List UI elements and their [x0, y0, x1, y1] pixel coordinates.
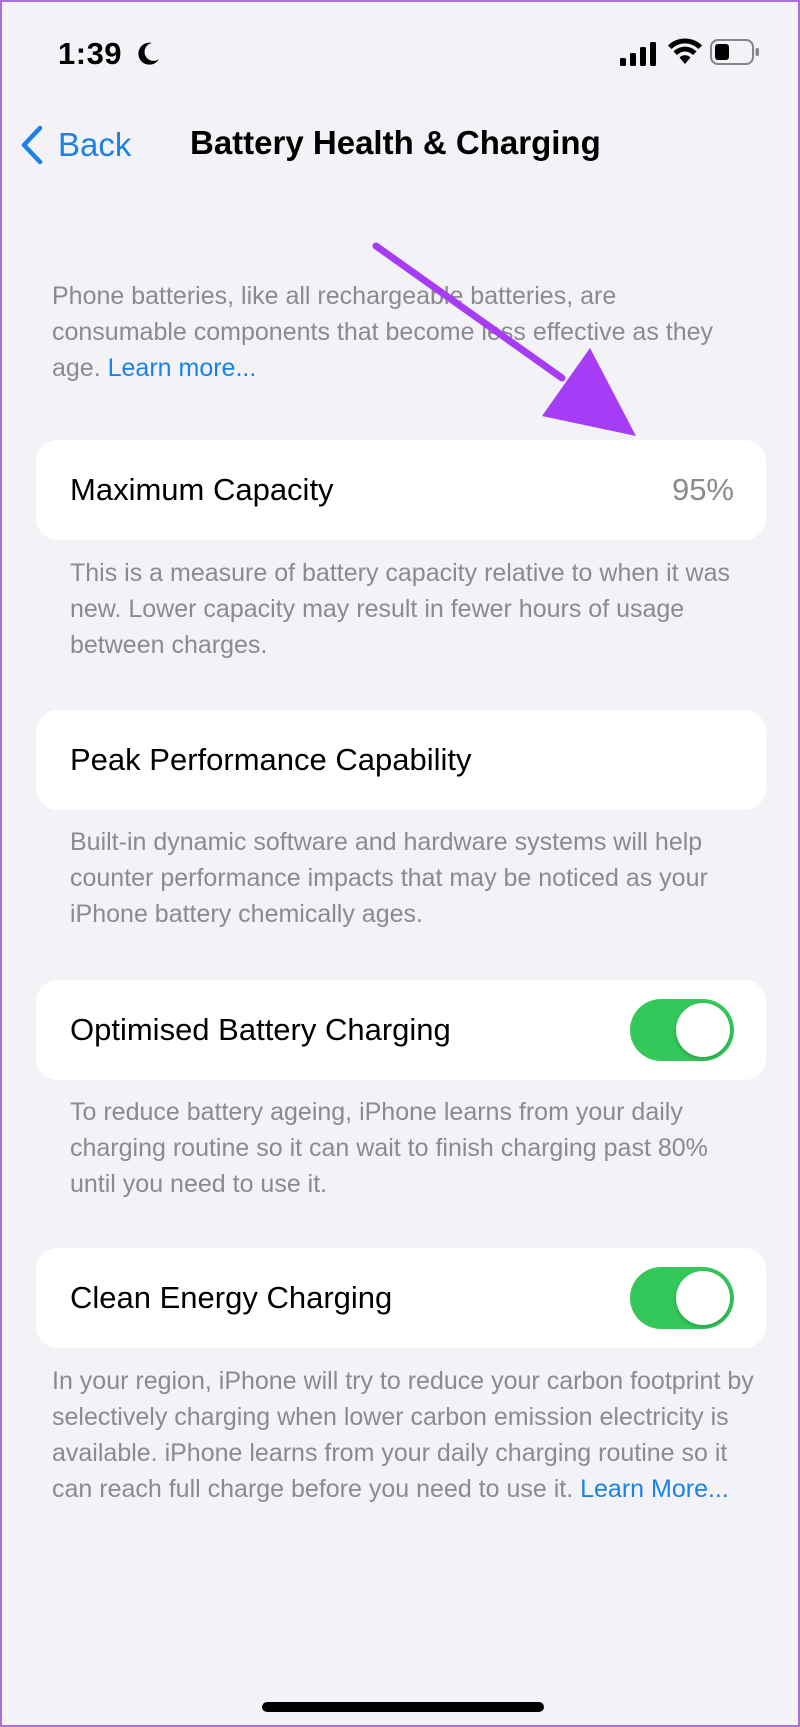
optimised-charging-toggle[interactable] [630, 999, 734, 1061]
maximum-capacity-value: 95% [671, 472, 734, 507]
peak-performance-label: Peak Performance Capability [70, 742, 472, 777]
learn-more-link[interactable]: Learn More... [580, 1475, 729, 1503]
optimised-charging-description: To reduce battery ageing, iPhone learns … [70, 1098, 708, 1198]
status-bar: 1:39 [2, 2, 798, 102]
settings-screen: 1:39 Back Battery Health & Charging Phon… [0, 0, 800, 1727]
peak-performance-row[interactable]: Peak Performance Capability [36, 710, 766, 810]
optimised-charging-label: Optimised Battery Charging [70, 1012, 451, 1047]
clean-energy-row: Clean Energy Charging [36, 1248, 766, 1348]
status-time: 1:39 [58, 36, 123, 71]
clean-energy-label: Clean Energy Charging [70, 1280, 393, 1315]
intro-text: Phone batteries, like all rechargeable b… [52, 278, 752, 386]
chevron-left-icon [21, 125, 43, 165]
clean-energy-description: In your region, iPhone will try to reduc… [52, 1363, 762, 1507]
optimised-charging-row: Optimised Battery Charging [36, 980, 766, 1080]
nav-bar: Back Battery Health & Charging [2, 102, 798, 188]
learn-more-link[interactable]: Learn more... [108, 354, 257, 382]
back-label: Back [58, 126, 132, 163]
signal-icon [620, 42, 656, 66]
peak-performance-description: Built-in dynamic software and hardware s… [70, 828, 708, 928]
moon-icon [138, 42, 159, 65]
maximum-capacity-row: Maximum Capacity 95% [36, 440, 766, 540]
page-title: Battery Health & Charging [190, 124, 601, 161]
toggle-knob [676, 1271, 730, 1325]
home-indicator [262, 1702, 544, 1712]
maximum-capacity-description: This is a measure of battery capacity re… [70, 559, 731, 659]
clean-energy-toggle[interactable] [630, 1267, 734, 1329]
toggle-knob [676, 1003, 730, 1057]
wifi-icon [668, 38, 702, 64]
maximum-capacity-label: Maximum Capacity [70, 472, 334, 507]
back-button[interactable]: Back [20, 120, 131, 170]
battery-icon [710, 39, 759, 65]
